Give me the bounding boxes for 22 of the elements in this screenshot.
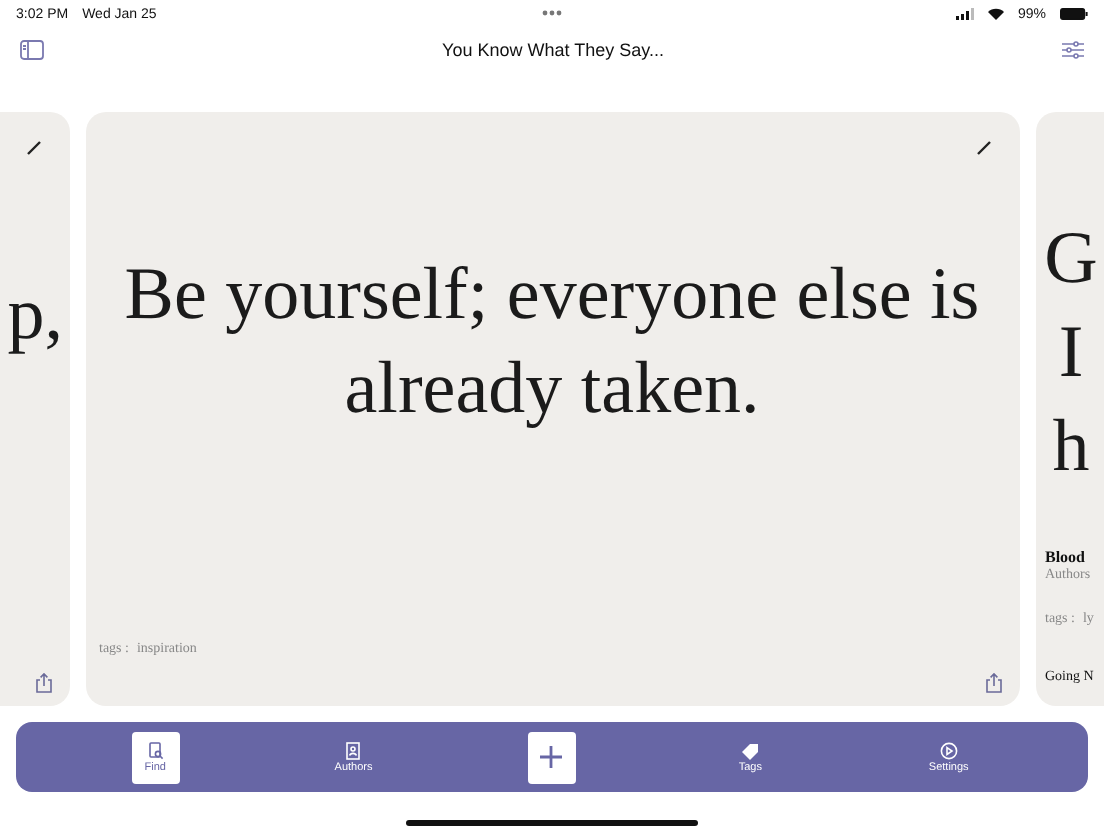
- contact-book-icon: [346, 741, 361, 759]
- search-document-icon: [147, 741, 164, 759]
- wifi-icon: [987, 8, 1004, 20]
- pencil-icon[interactable]: [25, 140, 41, 156]
- settings-icon: [939, 741, 958, 759]
- quote-text: p,: [7, 272, 63, 360]
- share-icon[interactable]: [33, 672, 53, 694]
- plus-icon: [540, 746, 563, 768]
- quote-text: G I h: [1042, 216, 1100, 492]
- signal-icon: [955, 8, 974, 20]
- filter-sliders-icon[interactable]: [1062, 40, 1084, 60]
- quote-author: Blood: [1045, 548, 1088, 566]
- sidebar-toggle-icon[interactable]: [20, 40, 44, 60]
- share-icon[interactable]: [983, 672, 1003, 694]
- battery-icon: [1060, 8, 1088, 20]
- add-button[interactable]: [527, 731, 576, 783]
- multitasking-dots-icon[interactable]: [542, 10, 562, 16]
- quote-card[interactable]: p,: [0, 112, 69, 706]
- tag-icon: [741, 741, 760, 759]
- nav-title: You Know What They Say...: [442, 40, 664, 60]
- pencil-icon[interactable]: [975, 140, 991, 156]
- quote-text: Be yourself; everyone else is already taken.: [122, 252, 982, 434]
